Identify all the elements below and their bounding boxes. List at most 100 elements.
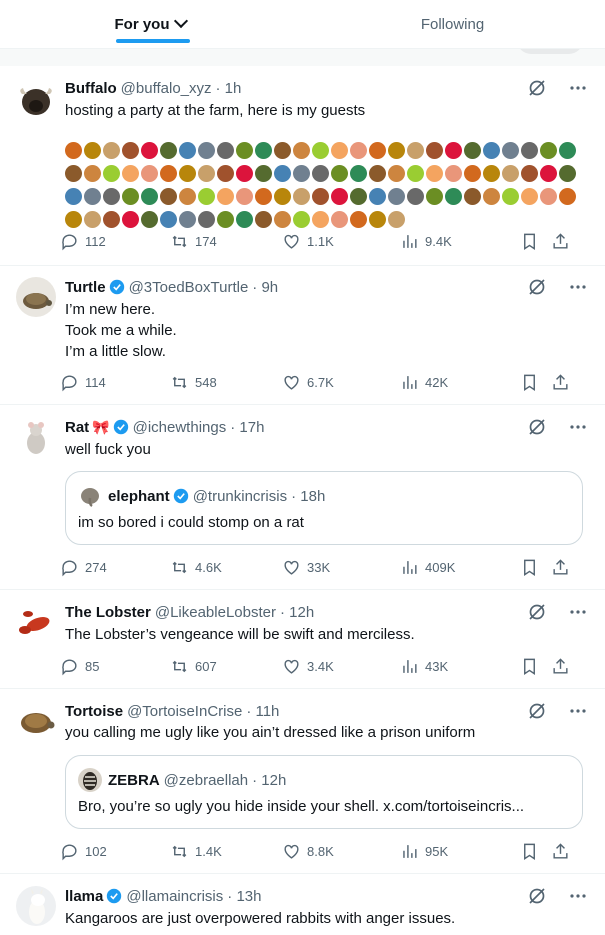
grok-icon[interactable] (527, 78, 547, 98)
views-button[interactable]: 42K (400, 373, 520, 392)
user-handle[interactable]: @llamaincrisis (126, 888, 223, 905)
grok-icon[interactable] (527, 886, 547, 906)
grok-icon[interactable] (527, 701, 547, 721)
bookmark-button[interactable] (520, 373, 539, 392)
views-button[interactable]: 95K (400, 842, 520, 861)
action-bar: 102 1.4K 8.8K 95K (60, 840, 589, 862)
tweet-lobster[interactable]: The Lobster @LikeableLobster · 12h The L… (0, 590, 605, 689)
reply-button[interactable]: 274 (60, 558, 170, 577)
grok-icon[interactable] (527, 417, 547, 437)
like-button[interactable]: 3.4K (282, 657, 400, 676)
bookmark-button[interactable] (520, 842, 539, 861)
more-icon[interactable] (569, 887, 587, 905)
timestamp[interactable]: · 17h (230, 419, 264, 436)
bookmark-icon (524, 658, 535, 675)
reply-button[interactable]: 85 (60, 657, 170, 676)
animal-emoji (65, 142, 82, 159)
bookmark-button[interactable] (520, 232, 539, 251)
tweet-tortoise[interactable]: Tortoise @TortoiseInCrise · 11h you call… (0, 689, 605, 874)
views-button[interactable]: 9.4K (400, 232, 520, 251)
reply-button[interactable]: 102 (60, 842, 170, 861)
animal-emoji (217, 188, 234, 205)
avatar[interactable] (16, 602, 56, 642)
tweet-rat[interactable]: Rat 🎀 @ichewthings · 17h well fuck you e… (0, 405, 605, 590)
timestamp[interactable]: · 9h (252, 279, 278, 296)
avatar[interactable] (16, 80, 56, 120)
display-name[interactable]: The Lobster (65, 604, 151, 621)
repost-button[interactable]: 548 (170, 373, 282, 392)
timestamp[interactable]: · 12h (280, 604, 314, 621)
animal-emoji (350, 211, 367, 228)
user-handle[interactable]: @ichewthings (133, 419, 227, 436)
tweet-menu (527, 417, 587, 437)
animal-emoji (369, 142, 386, 159)
avatar[interactable] (16, 886, 56, 926)
like-count: 1.1K (307, 233, 334, 249)
more-icon[interactable] (569, 603, 587, 621)
more-icon[interactable] (569, 418, 587, 436)
like-button[interactable]: 33K (282, 558, 400, 577)
share-button[interactable] (551, 842, 570, 861)
bookmark-button[interactable] (520, 558, 539, 577)
animal-emoji (236, 188, 253, 205)
animal-emoji (293, 142, 310, 159)
user-handle[interactable]: @TortoiseInCrise (127, 703, 242, 720)
timestamp[interactable]: · 13h (227, 888, 261, 905)
like-icon (284, 844, 299, 859)
timestamp[interactable]: · 1h (216, 80, 242, 97)
animal-emoji (312, 211, 329, 228)
repost-icon (172, 235, 187, 247)
more-icon[interactable] (569, 702, 587, 720)
bookmark-icon (524, 843, 535, 860)
user-handle[interactable]: @LikeableLobster (155, 604, 276, 621)
animal-emoji (84, 165, 101, 182)
more-icon[interactable] (569, 278, 587, 296)
share-button[interactable] (551, 558, 570, 577)
repost-count: 174 (195, 233, 217, 249)
user-handle[interactable]: @3ToedBoxTurtle (129, 279, 249, 296)
animal-emoji (236, 165, 253, 182)
display-name[interactable]: Tortoise (65, 703, 123, 720)
reply-icon (62, 843, 77, 860)
repost-button[interactable]: 607 (170, 657, 282, 676)
like-button[interactable]: 8.8K (282, 842, 400, 861)
views-icon (403, 560, 417, 574)
user-handle[interactable]: @buffalo_xyz (121, 80, 212, 97)
active-tab-indicator (116, 39, 190, 43)
repost-button[interactable]: 1.4K (170, 842, 282, 861)
more-icon[interactable] (569, 79, 587, 97)
like-button[interactable]: 1.1K (282, 232, 400, 251)
quoted-tweet[interactable]: elephant @trunkincrisis · 18h im so bore… (65, 471, 583, 545)
grok-icon[interactable] (527, 602, 547, 622)
animal-emoji (350, 188, 367, 205)
tweet-turtle[interactable]: Turtle @3ToedBoxTurtle · 9h I’m new here… (0, 266, 605, 405)
display-name[interactable]: llama (65, 888, 103, 905)
tab-following[interactable]: Following (300, 0, 605, 48)
views-button[interactable]: 409K (400, 558, 520, 577)
reply-button[interactable]: 114 (60, 373, 170, 392)
avatar[interactable] (16, 277, 56, 317)
avatar[interactable] (16, 417, 56, 457)
repost-button[interactable]: 4.6K (170, 558, 282, 577)
quoted-tweet[interactable]: ZEBRA @zebraellah · 12h Bro, you’re so u… (65, 755, 583, 829)
share-button[interactable] (551, 232, 570, 251)
quoted-text: im so bored i could stomp on a rat (78, 514, 304, 531)
views-button[interactable]: 43K (400, 657, 520, 676)
display-name[interactable]: Turtle (65, 279, 106, 296)
display-name[interactable]: Buffalo (65, 80, 117, 97)
display-name[interactable]: Rat (65, 419, 89, 436)
timestamp[interactable]: · 11h (246, 703, 279, 720)
reply-button[interactable]: 112 (60, 232, 170, 251)
avatar[interactable] (16, 701, 56, 741)
animal-emoji (179, 211, 196, 228)
repost-button[interactable]: 174 (170, 232, 282, 251)
share-button[interactable] (551, 657, 570, 676)
animal-emoji (84, 211, 101, 228)
bookmark-button[interactable] (520, 657, 539, 676)
animal-emoji (426, 165, 443, 182)
tweet-llama[interactable]: llama @llamaincrisis · 13h Kangaroos are… (0, 874, 605, 935)
like-button[interactable]: 6.7K (282, 373, 400, 392)
grok-icon[interactable] (527, 277, 547, 297)
share-button[interactable] (551, 373, 570, 392)
tweet-buffalo[interactable]: Buffalo @buffalo_xyz · 1h hosting a part… (0, 66, 605, 266)
